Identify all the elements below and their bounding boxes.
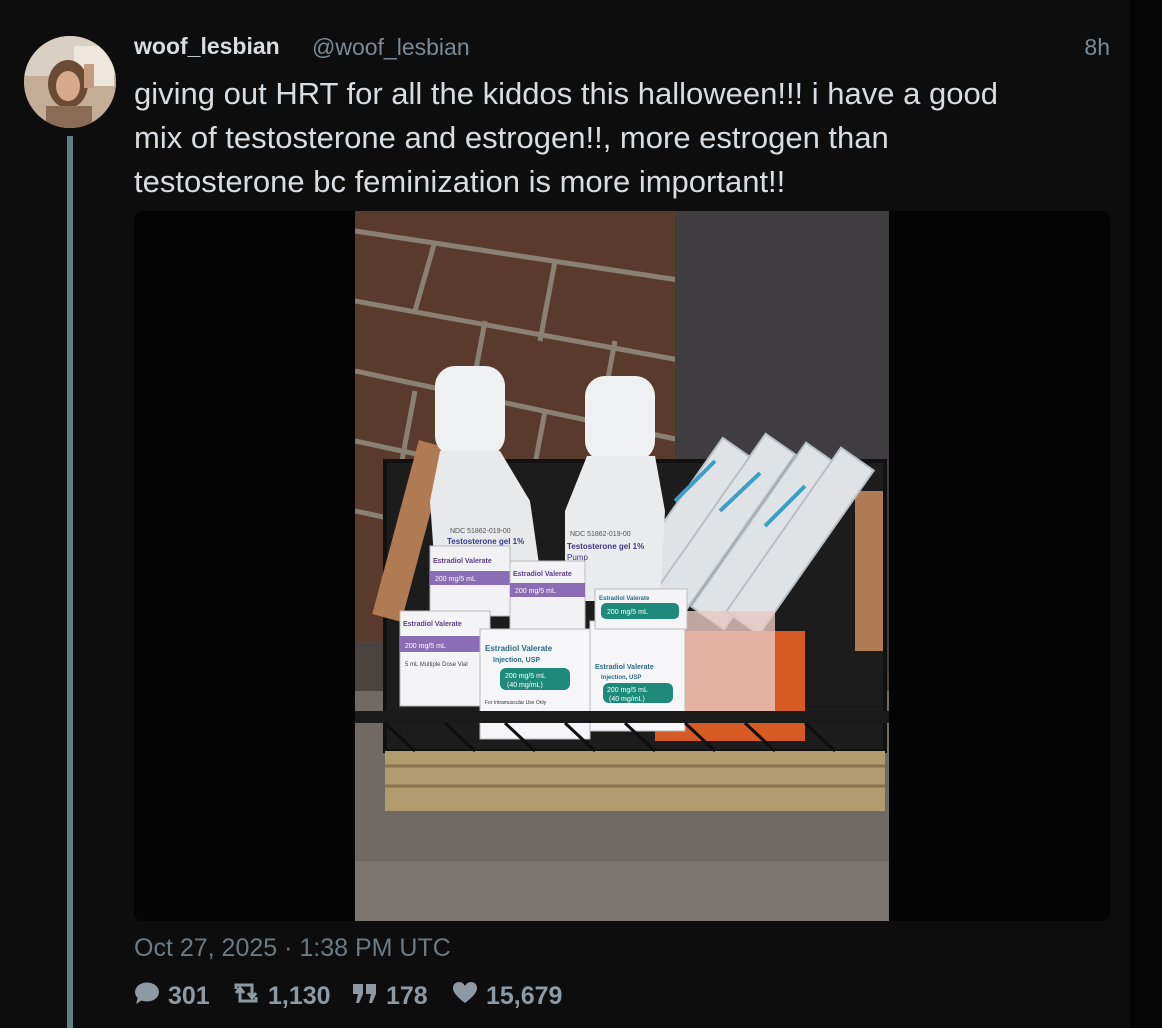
- tweet-date[interactable]: Oct 27, 2025 · 1:38 PM UTC: [134, 934, 451, 963]
- box-sub: Injection, USP: [601, 675, 641, 681]
- box-name: Estradiol Valerate: [433, 558, 492, 565]
- box-sub: Injection, USP: [493, 657, 540, 664]
- retweets-stat[interactable]: 1,130: [232, 981, 331, 1012]
- box-dose: 200 mg/5 mL: [505, 673, 546, 680]
- box-dose: 200 mg/5 mL: [607, 609, 648, 616]
- tweet-header: woof_lesbian @woof_lesbian 8h: [134, 33, 1110, 63]
- bottle-left-label: Testosterone gel 1%: [447, 537, 524, 546]
- username[interactable]: woof_lesbian: [134, 33, 280, 60]
- replies-count: 301: [168, 982, 210, 1010]
- bottle-right-label: Testosterone gel 1%: [567, 542, 644, 551]
- box-dose: 200 mg/5 mL: [607, 687, 648, 694]
- avatar[interactable]: [24, 36, 116, 128]
- media-photo: NDC 51862-019-00 Testosterone gel 1% NDC…: [355, 211, 889, 921]
- retweet-icon: [232, 981, 260, 1012]
- box-dose: 200 mg/5 mL: [405, 643, 446, 650]
- thread-line: [67, 136, 73, 1028]
- box-front-left: Estradiol Valerate 200 mg/5 mL 5 mL Mult…: [399, 610, 491, 707]
- box-name: Estradiol Valerate: [403, 621, 462, 628]
- scrollbar-track[interactable]: [1130, 0, 1162, 1028]
- box-route: For Intramuscular Use Only: [485, 700, 547, 706]
- box-vial: 5 mL Multiple Dose Vial: [405, 662, 468, 668]
- box-name: Estradiol Valerate: [485, 644, 553, 653]
- likes-count: 15,679: [486, 982, 563, 1010]
- box-conc: (40 mg/mL): [507, 682, 543, 689]
- tweet-text: giving out HRT for all the kiddos this h…: [134, 72, 1104, 204]
- box-back-left: Estradiol Valerate 200 mg/5 mL: [429, 545, 511, 617]
- tweet-media[interactable]: NDC 51862-019-00 Testosterone gel 1% NDC…: [134, 211, 1110, 921]
- quote-icon: [352, 981, 378, 1012]
- box-back-middle: Estradiol Valerate 200 mg/5 mL: [509, 560, 586, 632]
- tweet-text-line: mix of testosterone and estrogen!!, more…: [134, 120, 889, 155]
- box-name: Estradiol Valerate: [513, 571, 572, 578]
- bottle-right-ndc: NDC 51862-019-00: [570, 531, 631, 538]
- heart-icon: [452, 981, 478, 1012]
- box-dose: 200 mg/5 mL: [435, 576, 476, 583]
- bottle-left-ndc: NDC 51862-019-00: [450, 528, 511, 535]
- avatar-image: [24, 36, 116, 128]
- quotes-count: 178: [386, 982, 428, 1010]
- box-name: Estradiol Valerate: [595, 664, 654, 671]
- box-back-right: Estradiol Valerate 200 mg/5 mL: [594, 588, 688, 630]
- replies-stat[interactable]: 301: [134, 981, 210, 1012]
- box-dose: 200 mg/5 mL: [515, 588, 556, 595]
- tweet-text-line: giving out HRT for all the kiddos this h…: [134, 76, 998, 111]
- user-handle[interactable]: @woof_lesbian: [312, 34, 470, 61]
- likes-stat[interactable]: 15,679: [452, 981, 562, 1012]
- box-conc: (40 mg/mL): [609, 696, 645, 703]
- comment-icon: [134, 981, 160, 1012]
- box-name: Estradiol Valerate: [599, 596, 650, 602]
- tweet-text-line: testosterone bc feminization is more imp…: [134, 164, 786, 199]
- retweets-count: 1,130: [268, 982, 331, 1010]
- time-ago[interactable]: 8h: [1084, 34, 1110, 61]
- quotes-stat[interactable]: 178: [352, 981, 428, 1012]
